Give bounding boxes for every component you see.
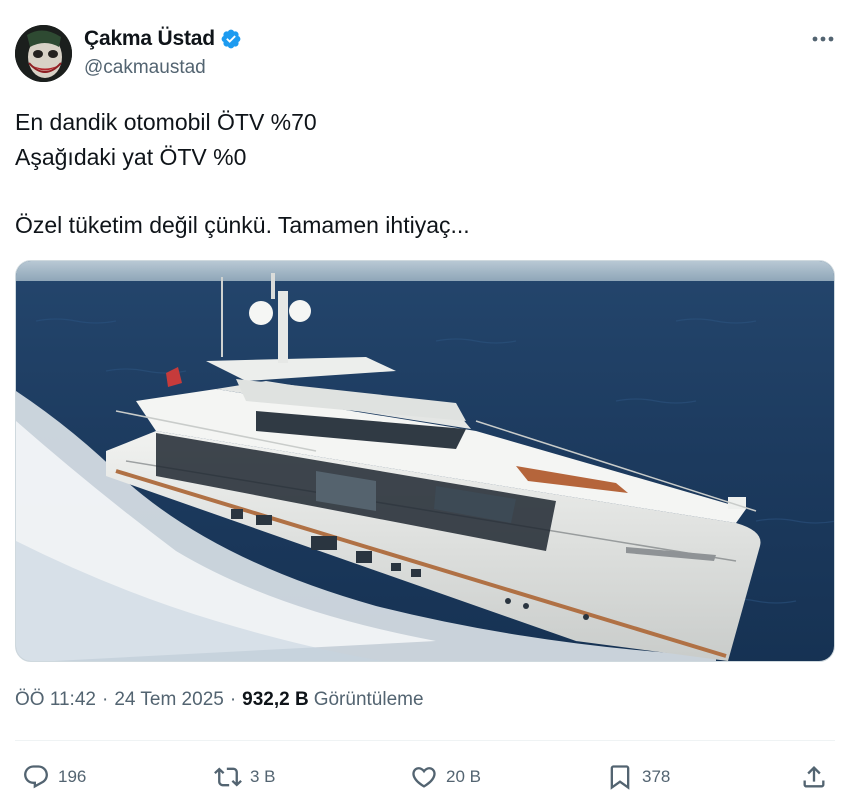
author-name-row: Çakma Üstad [84, 27, 242, 51]
views-count[interactable]: 932,2 B [242, 689, 309, 711]
bookmark-count: 378 [642, 767, 671, 786]
share-icon [803, 766, 825, 788]
bookmark-button[interactable]: 378 [606, 755, 670, 799]
reply-icon [24, 765, 48, 789]
heart-icon [412, 767, 436, 788]
tweet-text: En dandik otomobil ÖTV %70 Aşağıdaki yat… [15, 105, 470, 243]
retweet-count: 3 B [250, 767, 276, 786]
tweet-text-line: Aşağıdaki yat ÖTV %0 [15, 144, 247, 170]
more-icon [812, 36, 834, 42]
share-button[interactable] [800, 755, 828, 799]
retweet-button[interactable]: 3 B [214, 755, 276, 799]
meta-separator: · [101, 689, 109, 710]
tweet-time[interactable]: ÖÖ 11:42 [15, 689, 96, 711]
retweet-icon [214, 767, 242, 787]
author-display-name[interactable]: Çakma Üstad [84, 27, 215, 51]
tweet-date[interactable]: 24 Tem 2025 [114, 689, 224, 711]
avatar[interactable] [15, 25, 72, 82]
bookmark-icon [610, 765, 630, 790]
verified-badge-icon[interactable] [220, 28, 242, 50]
tweet-text-line: En dandik otomobil ÖTV %70 [15, 109, 317, 135]
tweet-media-yacht-photo[interactable] [15, 260, 835, 662]
reply-count: 196 [58, 767, 87, 786]
meta-separator: · [229, 689, 237, 710]
reply-button[interactable]: 196 [22, 755, 86, 799]
views-label: Görüntüleme [313, 689, 424, 710]
tweet: Çakma Üstad @cakmaustad En dandik otomob… [0, 0, 851, 803]
like-count: 20 B [446, 767, 481, 786]
tweet-text-line: Özel tüketim değil çünkü. Tamamen ihtiya… [15, 212, 470, 238]
more-options-button[interactable] [809, 27, 837, 51]
divider [15, 740, 835, 741]
action-bar: 196 3 B 20 B 378 [0, 755, 851, 799]
like-button[interactable]: 20 B [410, 755, 481, 799]
author-handle[interactable]: @cakmaustad [84, 57, 206, 79]
tweet-meta: ÖÖ 11:42 · 24 Tem 2025 · 932,2 B Görüntü… [15, 689, 424, 711]
